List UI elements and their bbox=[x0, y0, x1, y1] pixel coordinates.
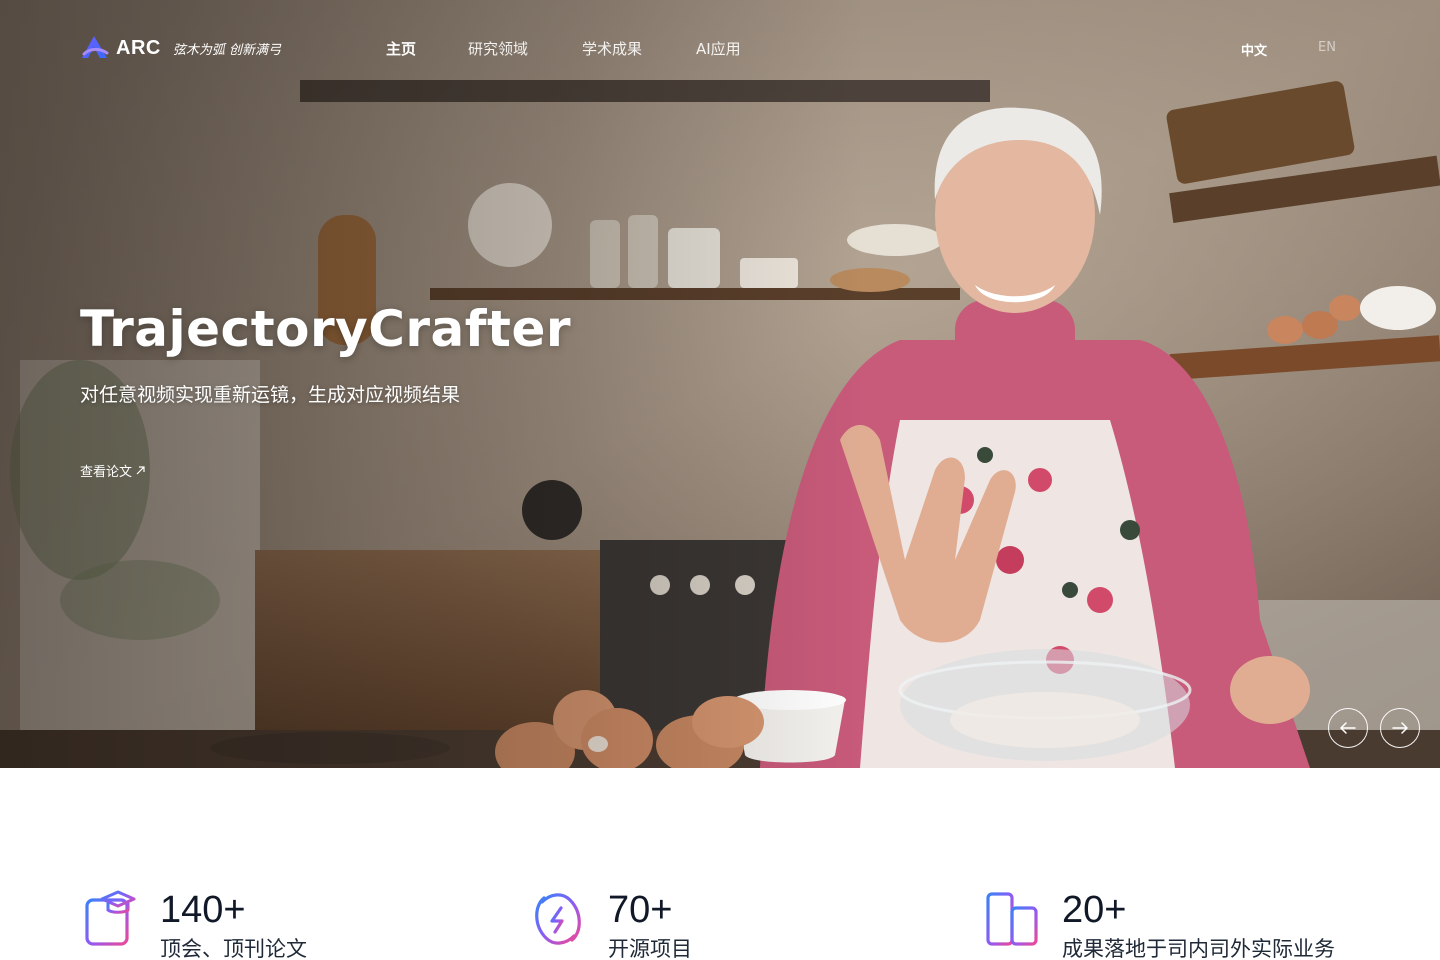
brand-name: ARC bbox=[116, 36, 161, 59]
view-paper-link[interactable]: 查看论文 bbox=[80, 461, 146, 480]
stat-open-source-label: 开源项目 bbox=[608, 937, 692, 960]
brand-slogan: 弦木为弧 创新满弓 bbox=[172, 42, 281, 58]
buildings-icon bbox=[986, 892, 1038, 946]
arrow-right-icon bbox=[1392, 722, 1408, 734]
top-navigation: ARC 弦木为弧 创新满弓 主页 研究领域 学术成果 AI应用 中文 EN bbox=[0, 0, 1440, 96]
hero-title: TrajectoryCrafter bbox=[80, 300, 572, 358]
hero-subtitle: 对任意视频实现重新运镜，生成对应视频结果 bbox=[80, 384, 461, 406]
nav-item-home[interactable]: 主页 bbox=[386, 38, 468, 59]
logo[interactable]: ARC 弦木为弧 创新满弓 bbox=[80, 34, 281, 62]
stat-deployments-label: 成果落地于司内司外实际业务 bbox=[1062, 937, 1335, 960]
view-paper-label: 查看论文 bbox=[80, 465, 133, 480]
carousel-prev-button[interactable] bbox=[1328, 708, 1368, 748]
stat-papers-label: 顶会、顶刊论文 bbox=[160, 937, 307, 960]
stat-papers-value: 140+ bbox=[160, 889, 246, 931]
stat-open-source-value: 70+ bbox=[608, 889, 673, 931]
main-menu: 主页 研究领域 学术成果 AI应用 bbox=[386, 38, 741, 59]
open-source-link-icon bbox=[535, 893, 581, 945]
arrow-up-right-icon bbox=[136, 466, 145, 475]
language-switcher: 中文 EN bbox=[1241, 40, 1336, 59]
stat-papers: 140+ 顶会、顶刊论文 bbox=[82, 888, 307, 960]
lang-chinese[interactable]: 中文 bbox=[1241, 40, 1318, 59]
nav-item-ai-applications[interactable]: AI应用 bbox=[696, 38, 741, 59]
stats-section: 140+ 顶会、顶刊论文 70+ 开源项目 20+ 成果落地于司内司外实际业务 bbox=[0, 768, 1440, 960]
stat-deployments-value: 20+ bbox=[1062, 889, 1127, 931]
nav-item-publications[interactable]: 学术成果 bbox=[582, 38, 696, 59]
nav-item-research-areas[interactable]: 研究领域 bbox=[468, 38, 582, 59]
stat-open-source: 70+ 开源项目 bbox=[530, 888, 692, 960]
stat-deployments: 20+ 成果落地于司内司外实际业务 bbox=[984, 888, 1335, 960]
lang-english[interactable]: EN bbox=[1318, 40, 1336, 59]
arrow-left-icon bbox=[1340, 722, 1356, 734]
paper-graduation-cap-icon bbox=[85, 890, 136, 946]
arc-logo-icon bbox=[82, 36, 109, 58]
carousel-next-button[interactable] bbox=[1380, 708, 1420, 748]
